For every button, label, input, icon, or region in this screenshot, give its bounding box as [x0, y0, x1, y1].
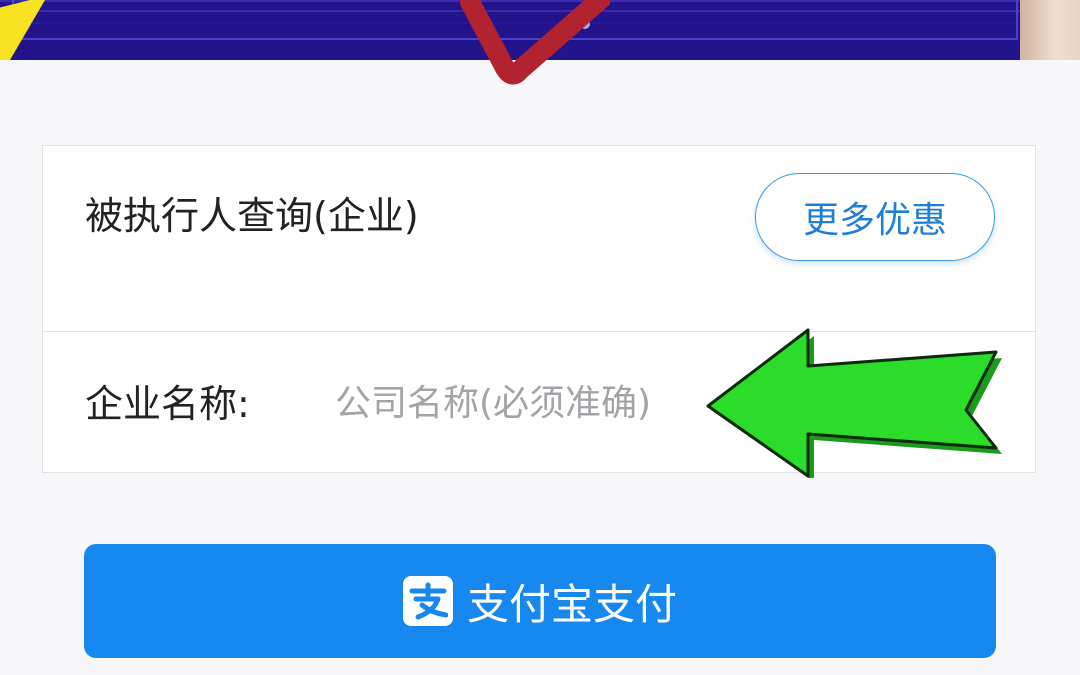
banner-yellow-shape [0, 0, 45, 60]
company-name-input[interactable] [335, 372, 715, 434]
alipay-pay-button[interactable]: 支付宝支付 [84, 544, 996, 658]
more-discounts-button[interactable]: 更多优惠 [755, 173, 995, 261]
screen: 被执行人查询(企业) 更多优惠 企业名称: 支付宝支付 [0, 0, 1080, 675]
alipay-icon [402, 576, 453, 626]
card-header-row: 被执行人查询(企业) 更多优惠 [43, 146, 1035, 332]
alipay-pay-label: 支付宝支付 [466, 579, 677, 629]
checkmark-icon [460, 0, 610, 85]
banner-person-image [1020, 0, 1080, 60]
service-title: 被执行人查询(企业) [85, 194, 419, 238]
annotation-arrow-icon [706, 328, 1002, 478]
company-name-label: 企业名称: [85, 382, 250, 426]
